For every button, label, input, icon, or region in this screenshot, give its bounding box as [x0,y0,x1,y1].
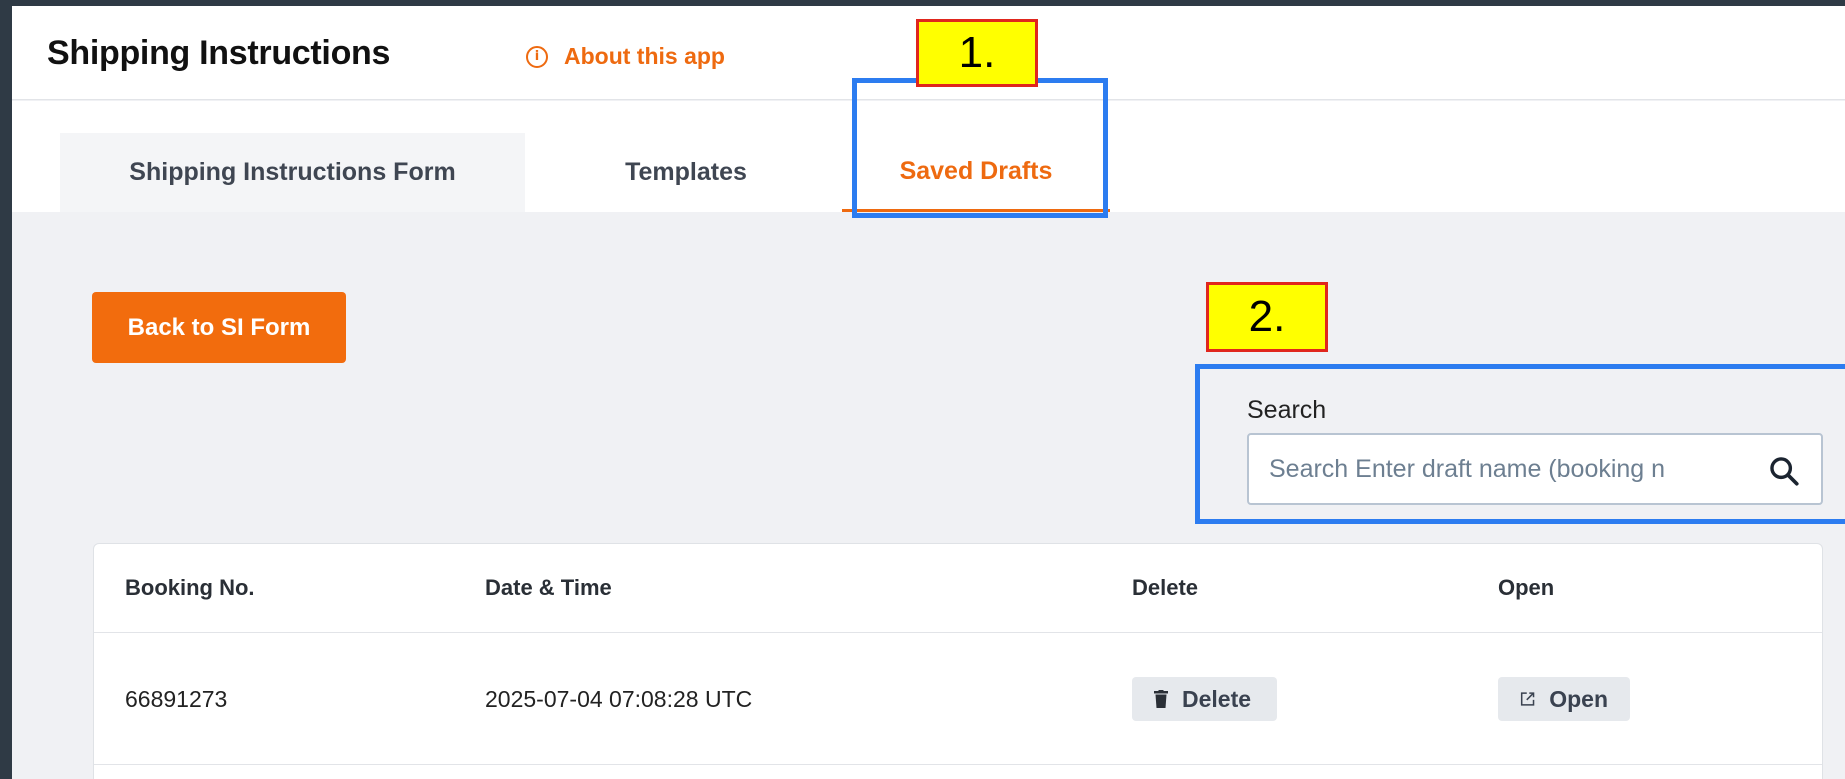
column-header-date-time: Date & Time [485,575,612,600]
column-header-delete: Delete [1132,575,1199,600]
external-link-icon [1520,692,1535,706]
annotation-label-1: 1. [916,19,1038,87]
annotation-box-saved-drafts [852,78,1108,218]
table-header-row: Booking No. Date & Time Delete Open [94,544,1822,633]
open-draft-button[interactable]: Open [1498,677,1630,721]
drafts-table: Booking No. Date & Time Delete Open 6689… [93,543,1823,779]
tab-shipping-instructions-form[interactable]: Shipping Instructions Form [60,133,525,212]
trash-icon [1154,690,1168,708]
app-title: Shipping Instructions [47,34,391,72]
tab-templates[interactable]: Templates [546,133,826,212]
back-to-si-form-button[interactable]: Back to SI Form [92,292,346,363]
delete-draft-button[interactable]: Delete [1132,677,1277,721]
open-label: Open [1549,685,1608,712]
draft-datetime: 2025-07-04 07:08:28 UTC [485,685,753,712]
delete-label: Delete [1182,685,1252,712]
column-header-open: Open [1498,575,1555,600]
about-app-link[interactable]: i About this app [526,43,725,70]
table-row: 66891273 2025-07-04 07:08:28 UTC Delete … [94,634,1822,765]
about-app-label: About this app [564,43,725,69]
column-header-booking-no: Booking No. [125,575,255,600]
booking-number: 66891273 [125,685,228,712]
annotation-box-search [1195,364,1845,524]
info-circle-icon: i [526,45,548,68]
annotation-label-2: 2. [1206,282,1328,352]
